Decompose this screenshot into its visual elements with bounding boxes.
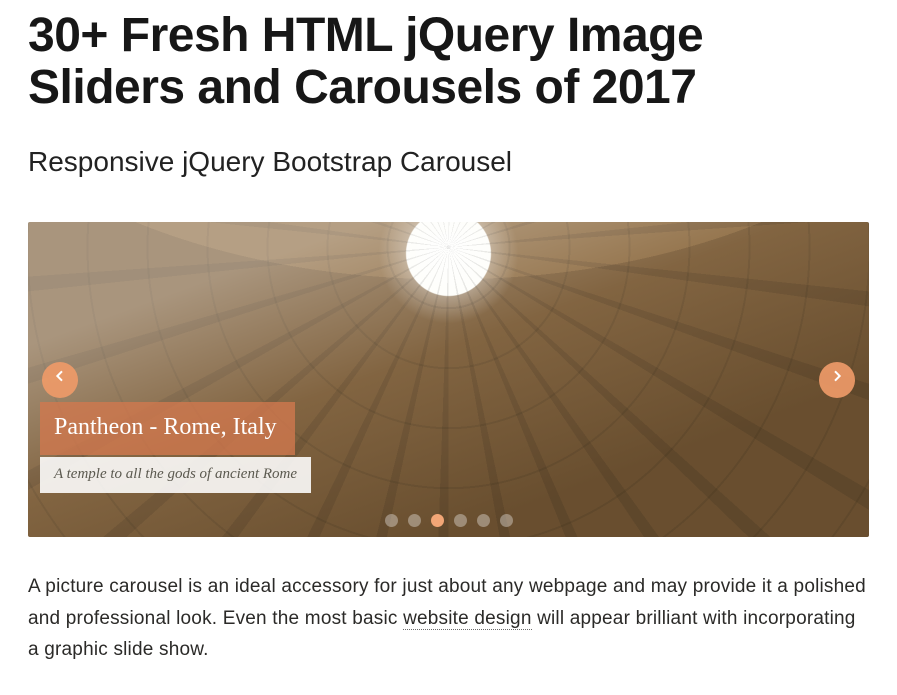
carousel-dot[interactable] [431, 514, 444, 527]
carousel-prev-button[interactable] [42, 362, 78, 398]
image-carousel: Pantheon - Rome, Italy A temple to all t… [28, 222, 869, 537]
carousel-dots [28, 514, 869, 527]
carousel-next-button[interactable] [819, 362, 855, 398]
intro-paragraph: A picture carousel is an ideal accessory… [28, 571, 869, 665]
carousel-caption-title: Pantheon - Rome, Italy [40, 402, 295, 455]
arrow-left-icon [52, 368, 68, 391]
carousel-dot[interactable] [477, 514, 490, 527]
section-subtitle: Responsive jQuery Bootstrap Carousel [28, 142, 869, 183]
website-design-link[interactable]: website design [403, 608, 532, 630]
carousel-dot[interactable] [454, 514, 467, 527]
arrow-right-icon [829, 368, 845, 391]
page-title: 30+ Fresh HTML jQuery Image Sliders and … [28, 10, 869, 114]
carousel-dot[interactable] [500, 514, 513, 527]
carousel-caption-subtitle: A temple to all the gods of ancient Rome [40, 457, 311, 494]
carousel-dot[interactable] [385, 514, 398, 527]
carousel-caption: Pantheon - Rome, Italy A temple to all t… [40, 402, 311, 494]
carousel-dot[interactable] [408, 514, 421, 527]
